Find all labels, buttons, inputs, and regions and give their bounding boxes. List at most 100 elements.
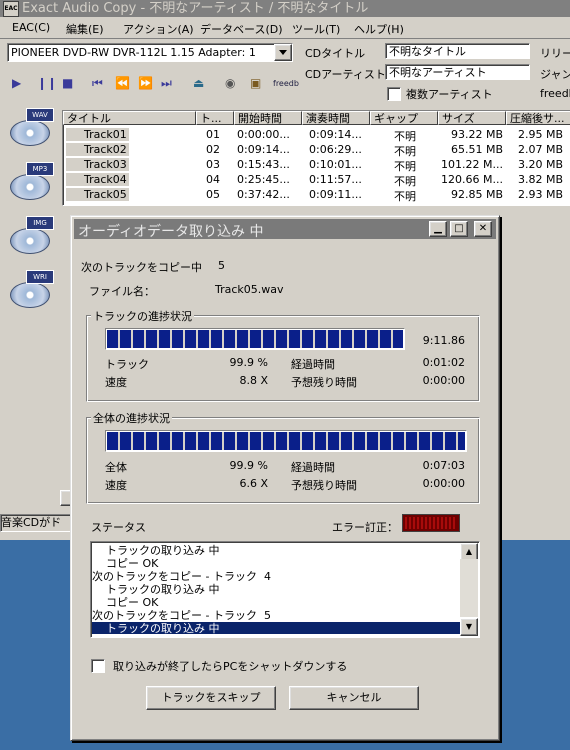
log-line[interactable]: 次のトラックをコピー - トラック 5 [92,609,460,622]
play-icon[interactable]: ▶ [12,76,21,90]
skip-track-button[interactable]: トラックをスキップ [146,686,276,710]
track-length: 0:09:14... [309,128,362,141]
col-gap[interactable]: ギャップ [370,111,438,125]
freedb-source-label: freedb [540,87,570,100]
copy-wav-icon[interactable]: WAV [6,108,56,154]
wav-tag: WAV [26,108,54,122]
total-elapsed: 0:07:03 [422,459,465,472]
total-remaining-label: 予想残り時間 [291,479,357,492]
multi-artist-label: 複数アーティスト [406,88,493,101]
eject-icon[interactable]: ⏏ [193,76,204,90]
track-title: Track03 [66,158,129,171]
log-line[interactable]: トラックの取り込み 中 [92,544,460,557]
total-speed-label: 速度 [105,479,127,492]
rip-progress-dialog: オーディオデータ取り込み 中 ▁ □ ✕ 次のトラックをコピー中 5 ファイル名… [70,215,500,741]
minimize-button[interactable]: ▁ [429,221,447,237]
menu-edit[interactable]: 編集(E) [66,21,104,37]
drive-select[interactable]: PIONEER DVD-RW DVR-112L 1.15 Adapter: 1 [7,43,293,62]
track-row[interactable]: ♬Track04040:25:45...0:11:57...不明120.66 M… [63,172,570,188]
maximize-button[interactable]: □ [450,221,468,237]
track-progress-bar [105,328,405,350]
track-comp: 2.07 MB [517,143,563,156]
img-tag: IMG [26,216,54,230]
scroll-track[interactable] [460,559,478,617]
write-cd-icon[interactable]: WRI [6,270,56,316]
freedb-icon[interactable]: freedb [273,79,299,88]
track-size: 120.66 M... [441,173,503,186]
cancel-button[interactable]: キャンセル [289,686,419,710]
wri-tag: WRI [26,270,54,284]
dialog-title: オーディオデータ取り込み 中 [78,224,264,240]
eac-app-icon[interactable]: EAC [3,1,19,17]
menu-database[interactable]: データベース(D) [200,21,283,37]
track-title: Track02 [66,143,129,156]
release-label: リリー [540,47,570,60]
track-title: Track04 [66,173,129,186]
status-log-list[interactable]: トラックの取り込み 中 コピー OK 次のトラックをコピー - トラック 4 トラ… [90,541,480,638]
menu-help[interactable]: ヘルプ(H) [354,21,404,37]
log-line[interactable]: コピー OK [92,557,460,570]
drive-select-value: PIONEER DVD-RW DVR-112L 1.15 Adapter: 1 [11,46,256,59]
cd-artist-input[interactable]: 不明なアーティスト [385,64,530,80]
track-num: 04 [206,173,220,186]
log-line[interactable]: コピー OK [92,596,460,609]
track-comp: 2.95 MB [517,128,563,141]
error-correction-indicator [402,514,460,532]
col-track[interactable]: ト... [196,111,234,125]
main-title-bar[interactable]: EAC Exact Audio Copy - 不明なアーティスト / 不明なタイ… [0,0,570,17]
drive-dropdown-button[interactable] [274,44,292,61]
copy-image-icon[interactable]: IMG [6,216,56,262]
track-row[interactable]: ♬Track03030:15:43...0:10:01...不明101.22 M… [63,157,570,173]
track-num: 05 [206,188,220,201]
menu-tools[interactable]: ツール(T) [292,21,340,37]
log-line[interactable]: トラックの取り込み 中 [92,622,460,634]
main-window-title: Exact Audio Copy - 不明なアーティスト / 不明なタイトル [22,1,369,16]
track-size: 92.85 MB [450,188,503,201]
track-start: 0:09:14... [237,143,290,156]
track-progress-fill [107,330,403,348]
col-compressed[interactable]: 圧縮後サ... [506,111,570,125]
track-size: 65.51 MB [450,143,503,156]
filename-label: ファイル名： [89,285,155,298]
track-title: Track01 [66,128,129,141]
mp3-tag: MP3 [26,162,54,176]
track-time: 9:11.86 [422,334,465,347]
last-track-icon[interactable]: ⏭ [161,76,172,91]
network-icon[interactable]: ▣ [250,76,261,90]
forward-icon[interactable]: ⏩ [138,76,153,90]
first-track-icon[interactable]: ⏮ [92,76,103,91]
track-row[interactable]: ♬Track01010:00:00...0:09:14...不明93.22 MB… [63,127,570,143]
log-line[interactable]: トラックの取り込み 中 [92,583,460,596]
log-line[interactable]: 次のトラックをコピー - トラック 4 [92,570,460,583]
track-start: 0:37:42... [237,188,290,201]
total-remaining: 0:00:00 [422,477,465,490]
dialog-title-bar[interactable]: オーディオデータ取り込み 中 ▁ □ ✕ [74,219,496,240]
track-row[interactable]: ♬Track05050:37:42...0:09:11...不明92.85 MB… [63,187,570,203]
multi-artist-checkbox[interactable] [387,87,401,101]
col-length[interactable]: 演奏時間 [302,111,370,125]
pause-icon[interactable]: ❙❙ [37,76,57,90]
track-remaining: 0:00:00 [422,374,465,387]
col-start[interactable]: 開始時間 [234,111,302,125]
scroll-down-button[interactable]: ▼ [460,618,478,636]
copy-mp3-icon[interactable]: MP3 [6,162,56,208]
shutdown-label: 取り込みが終了したらPCをシャットダウンする [113,660,348,673]
menu-eac[interactable]: EAC(C) [12,21,50,34]
cd-disc-icon [10,282,50,308]
close-button[interactable]: ✕ [474,221,492,237]
track-start: 0:15:43... [237,158,290,171]
track-row[interactable]: ♬Track02020:09:14...0:06:29...不明65.51 MB… [63,142,570,158]
cd-info-icon[interactable]: ◉ [225,76,235,90]
menu-action[interactable]: アクション(A) [123,21,194,37]
rewind-icon[interactable]: ⏪ [115,76,130,90]
track-length: 0:11:57... [309,173,362,186]
track-num: 01 [206,128,220,141]
col-size[interactable]: サイズ [438,111,506,125]
track-comp: 3.82 MB [517,173,563,186]
stop-icon[interactable]: ■ [62,76,73,90]
col-title[interactable]: タイトル [63,111,196,125]
cd-title-input[interactable]: 不明なタイトル [385,43,530,59]
shutdown-checkbox[interactable] [91,659,105,673]
cd-disc-icon [10,174,50,200]
total-label: 全体 [105,461,127,474]
